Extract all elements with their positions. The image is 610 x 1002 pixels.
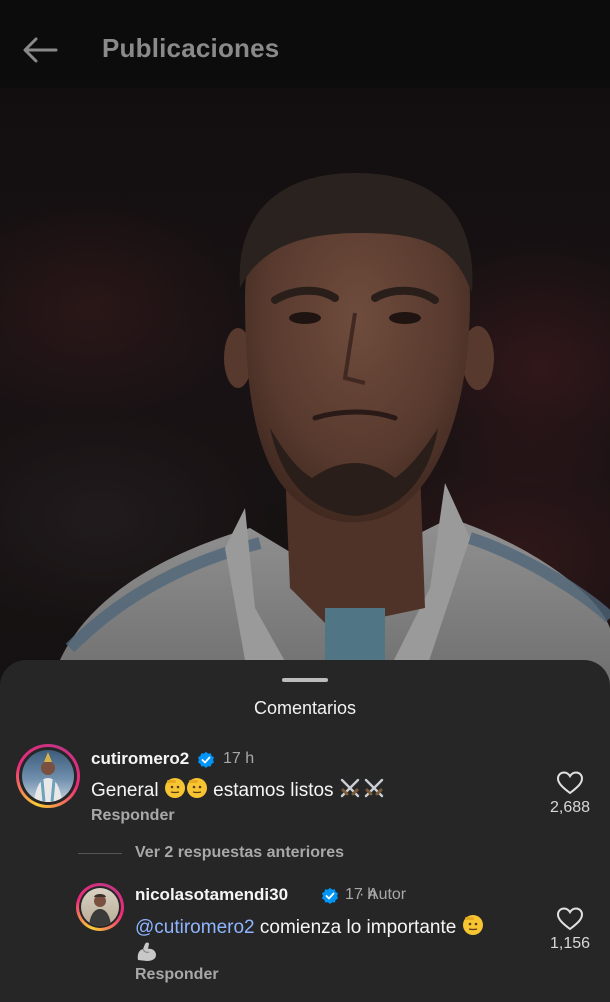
arrow-left-icon <box>23 37 58 63</box>
saluting-face-emoji <box>462 915 483 935</box>
reply-text: @cutiromero2 comienza lo importante <box>135 914 484 939</box>
like-count: 1,156 <box>549 935 591 952</box>
comment-text-start: General <box>91 780 159 801</box>
mention-link[interactable]: @cutiromero2 <box>135 917 255 938</box>
comment-text-end: estamos listos <box>213 780 334 801</box>
comments-sheet: Comentarios cutiromero2 17 h General est… <box>0 660 610 1002</box>
reply-button[interactable]: Responder <box>135 966 219 984</box>
reply-button[interactable]: Responder <box>91 807 175 825</box>
verified-badge-icon <box>322 887 338 904</box>
comment-username[interactable]: cutiromero2 <box>91 749 189 769</box>
avatar[interactable] <box>76 883 124 931</box>
crossed-swords-emoji <box>340 778 384 798</box>
back-button[interactable] <box>18 30 62 70</box>
heart-outline-icon[interactable] <box>556 906 584 932</box>
thread-line <box>78 853 122 854</box>
comment-text: General estamos listos <box>91 777 387 802</box>
photo-dim-overlay <box>0 88 610 688</box>
reply-text-body: comienza lo importante <box>259 917 457 938</box>
post-photo[interactable] <box>0 88 610 688</box>
sheet-title: Comentarios <box>253 698 357 718</box>
saluting-face-emoji <box>164 778 207 798</box>
author-label: · Autor <box>359 886 407 903</box>
reply-username[interactable]: nicolasotamendi30 <box>135 885 288 905</box>
sheet-drag-handle[interactable] <box>282 678 328 682</box>
verified-badge-icon <box>198 751 214 768</box>
avatar[interactable] <box>16 744 80 808</box>
like-count: 2,688 <box>549 799 591 816</box>
flexed-biceps-emoji <box>137 942 156 961</box>
heart-outline-icon[interactable] <box>556 770 584 796</box>
avatar-image <box>34 752 62 802</box>
page-title: Publicaciones <box>102 33 280 63</box>
comment-timestamp: 17 h <box>223 750 255 767</box>
view-replies-button[interactable]: Ver 2 respuestas anteriores <box>135 844 344 862</box>
top-app-bar: Publicaciones <box>0 0 610 88</box>
avatar-image <box>89 894 111 926</box>
